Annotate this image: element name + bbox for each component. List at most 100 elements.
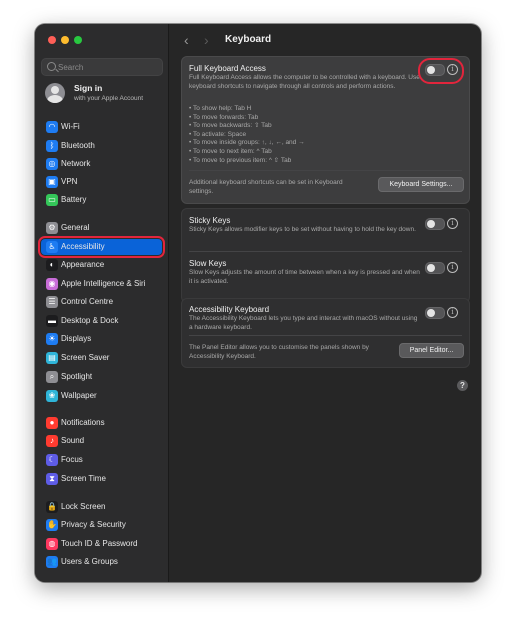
slow-keys-toggle[interactable]	[425, 262, 445, 274]
control-centre-icon: ☰	[46, 296, 58, 308]
sidebar-item-label: Touch ID & Password	[61, 539, 138, 548]
battery-icon: ▭	[46, 194, 58, 206]
sidebar-item-privacy-security[interactable]: ✋ Privacy & Security	[41, 517, 162, 533]
wallpaper-icon: ❀	[46, 390, 58, 402]
forward-chevron-icon[interactable]: ›	[204, 32, 209, 48]
sidebar-item-label: Notifications	[61, 418, 105, 427]
sidebar-item-focus[interactable]: ☾ Focus	[41, 452, 162, 468]
search-field[interactable]	[41, 58, 163, 76]
sidebar-item-screen-time[interactable]: ⧗ Screen Time	[41, 471, 162, 487]
sidebar-item-appearance[interactable]: ◐ Appearance	[41, 257, 162, 273]
sidebar-item-label: Screen Time	[61, 474, 106, 483]
focus-icon: ☾	[46, 454, 58, 466]
vpn-icon: ▣	[46, 176, 58, 188]
info-icon[interactable]: i	[447, 218, 458, 229]
sidebar-item-label: General	[61, 223, 90, 232]
avatar	[45, 83, 65, 103]
fingerprint-icon: ◍	[46, 538, 58, 550]
sidebar-item-label: Screen Saver	[61, 353, 110, 362]
info-icon[interactable]: i	[447, 64, 458, 75]
sidebar-item-wi-fi[interactable]: ◠ Wi-Fi	[41, 119, 162, 135]
signin-subtitle: with your Apple Account	[74, 95, 144, 102]
shortcut-list: • To show help: Tab H • To move forwards:…	[189, 105, 305, 165]
full-keyboard-access-card: Full Keyboard Access Full Keyboard Acces…	[181, 56, 470, 204]
sidebar-item-label: Sound	[61, 436, 85, 445]
panel-editor-button[interactable]: Panel Editor...	[399, 343, 464, 358]
privacy-icon: ✋	[46, 519, 58, 531]
sidebar-item-touch-id-password[interactable]: ◍ Touch ID & Password	[41, 536, 162, 552]
sidebar-item-vpn[interactable]: ▣ VPN	[41, 174, 162, 190]
sidebar-item-network[interactable]: ◎ Network	[41, 156, 162, 172]
accessibility-icon: ♿	[46, 241, 58, 253]
page-title: Keyboard	[225, 34, 272, 45]
full-keyboard-access-toggle[interactable]	[425, 64, 445, 76]
shortcut-line: • To move forwards: Tab	[189, 113, 259, 121]
screen-time-icon: ⧗	[46, 473, 58, 485]
sticky-slow-keys-card: Sticky Keys Sticky Keys allows modifier …	[181, 208, 470, 303]
sidebar-item-bluetooth[interactable]: ᛒ Bluetooth	[41, 138, 162, 154]
sticky-keys-toggle[interactable]	[425, 218, 445, 230]
sidebar-item-control-centre[interactable]: ☰ Control Centre	[41, 294, 162, 310]
screen-saver-icon: ▤	[46, 352, 58, 364]
sidebar-item-label: Apple Intelligence & Siri	[61, 279, 146, 288]
shortcut-line: • To move to previous item: ^ ⇧ Tab	[189, 156, 292, 164]
sidebar-item-label: Users & Groups	[61, 557, 118, 566]
accessibility-keyboard-toggle[interactable]	[425, 307, 445, 319]
apple-account-signin[interactable]: Sign in with your Apple Account	[45, 83, 165, 109]
sidebar-item-notifications[interactable]: ● Notifications	[41, 415, 162, 431]
sidebar-item-users-groups[interactable]: 👥 Users & Groups	[41, 554, 162, 570]
sidebar-item-wallpaper[interactable]: ❀ Wallpaper	[41, 388, 162, 404]
accessibility-keyboard-card: Accessibility Keyboard The Accessibility…	[181, 298, 470, 368]
full-keyboard-access-description: Full Keyboard Access allows the computer…	[189, 74, 420, 90]
shortcut-line: • To move backwards: ⇧ Tab	[189, 122, 272, 130]
sidebar-item-battery[interactable]: ▭ Battery	[41, 192, 162, 208]
sidebar-item-apple-intelligence-siri[interactable]: ◉ Apple Intelligence & Siri	[41, 276, 162, 292]
sidebar-item-label: Privacy & Security	[61, 520, 126, 529]
dock-icon: ▬	[46, 315, 58, 327]
sidebar-item-label: Battery	[61, 195, 87, 204]
sidebar-item-lock-screen[interactable]: 🔒 Lock Screen	[41, 499, 162, 515]
sidebar: Sign in with your Apple Account ◠Wi-Fi ᛒB…	[35, 24, 169, 582]
divider	[189, 251, 462, 252]
accessibility-keyboard-title: Accessibility Keyboard	[189, 305, 270, 314]
sidebar-item-label: Displays	[61, 334, 92, 343]
shortcut-line: • To activate: Space	[189, 130, 247, 138]
sidebar-item-label: Lock Screen	[61, 502, 106, 511]
sidebar-item-sound[interactable]: ♪ Sound	[41, 433, 162, 449]
sidebar-item-label: VPN	[61, 177, 78, 186]
siri-icon: ◉	[46, 278, 58, 290]
notifications-icon: ●	[46, 417, 58, 429]
sidebar-item-label: Bluetooth	[61, 141, 95, 150]
sidebar-item-spotlight[interactable]: ⌕ Spotlight	[41, 369, 162, 385]
accessibility-keyboard-description: The Accessibility Keyboard lets you type…	[189, 315, 418, 331]
sound-icon: ♪	[46, 435, 58, 447]
spotlight-icon: ⌕	[46, 371, 58, 383]
settings-window: Sign in with your Apple Account ◠Wi-Fi ᛒB…	[35, 24, 481, 582]
sidebar-item-label: Network	[61, 159, 91, 168]
sidebar-item-accessibility[interactable]: ♿ Accessibility	[38, 236, 165, 258]
help-button[interactable]: ?	[457, 380, 468, 391]
globe-icon: ◎	[46, 158, 58, 170]
info-icon[interactable]: i	[447, 307, 458, 318]
sticky-keys-description: Sticky Keys allows modifier keys to be s…	[189, 226, 416, 233]
keyboard-settings-button[interactable]: Keyboard Settings...	[378, 177, 464, 192]
info-icon[interactable]: i	[447, 262, 458, 273]
sidebar-item-desktop-dock[interactable]: ▬ Desktop & Dock	[41, 313, 162, 329]
sidebar-item-label: Appearance	[61, 260, 105, 269]
back-chevron-icon[interactable]: ‹	[184, 32, 189, 48]
sidebar-item-general[interactable]: ⚙ General	[41, 220, 162, 236]
sidebar-item-label: Focus	[61, 455, 83, 464]
sidebar-item-displays[interactable]: ☀ Displays	[41, 331, 162, 347]
close-window-button[interactable]	[48, 36, 56, 44]
zoom-window-button[interactable]	[74, 36, 82, 44]
full-keyboard-access-title: Full Keyboard Access	[189, 64, 266, 73]
panel-editor-footer: The Panel Editor allows you to customise…	[189, 344, 369, 360]
gear-icon: ⚙	[46, 222, 58, 234]
minimize-window-button[interactable]	[61, 36, 69, 44]
sidebar-item-label: Wi-Fi	[61, 122, 80, 131]
full-keyboard-access-footer: Additional keyboard shortcuts can be set…	[189, 179, 343, 195]
sidebar-item-screen-saver[interactable]: ▤ Screen Saver	[41, 350, 162, 366]
search-input[interactable]	[58, 60, 158, 74]
shortcut-line: • To show help: Tab H	[189, 105, 252, 112]
sidebar-item-label: Spotlight	[61, 372, 93, 381]
